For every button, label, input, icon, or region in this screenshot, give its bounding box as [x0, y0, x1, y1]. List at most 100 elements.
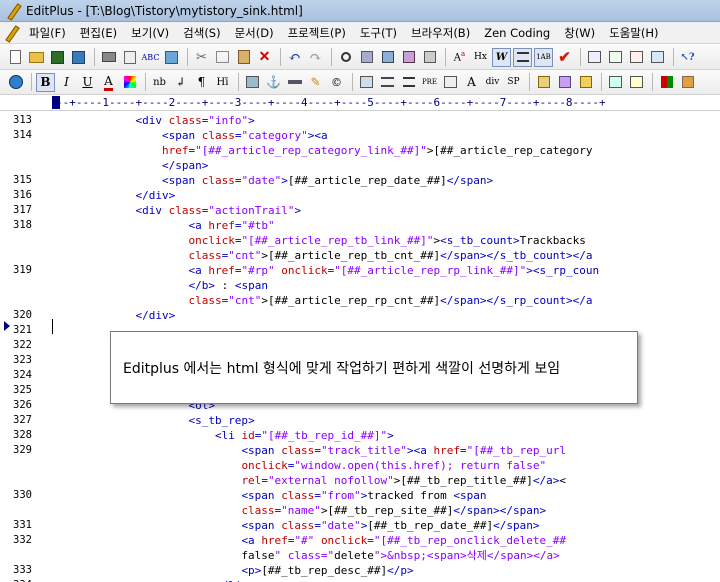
- code-line[interactable]: href="[##_article_rep_category_link_##]"…: [0, 143, 720, 158]
- code-line[interactable]: 320 </div>: [0, 308, 720, 323]
- heading-icon[interactable]: Hī: [213, 73, 232, 92]
- code-line[interactable]: 319 <a href="#rp" onclick="[##_article_r…: [0, 263, 720, 278]
- code-line[interactable]: onclick="window.open(this.href); return …: [0, 458, 720, 473]
- open-folder-icon[interactable]: [27, 48, 46, 67]
- frame-icon[interactable]: [606, 73, 625, 92]
- browser-preview-icon[interactable]: [6, 73, 25, 92]
- code-line[interactable]: 317 <div class="actionTrail">: [0, 203, 720, 218]
- fullscreen-icon[interactable]: [648, 48, 667, 67]
- check-icon[interactable]: ✔: [555, 48, 574, 67]
- toolbar-separator: [580, 48, 581, 66]
- menu-tools[interactable]: 도구(T): [353, 25, 404, 41]
- font-color-icon[interactable]: A: [99, 73, 118, 92]
- code-line[interactable]: 327 <s_tb_rep>: [0, 413, 720, 428]
- paste-icon[interactable]: [234, 48, 253, 67]
- code-line[interactable]: onclick="[##_article_rep_tb_link_##]"><s…: [0, 233, 720, 248]
- undo-icon[interactable]: ↶: [285, 48, 304, 67]
- menu-view[interactable]: 보기(V): [124, 25, 176, 41]
- anchor-icon[interactable]: ⚓: [264, 73, 283, 92]
- code-line[interactable]: 329 <span class="track_title"><a href="[…: [0, 443, 720, 458]
- object-icon[interactable]: [627, 73, 646, 92]
- cut-icon[interactable]: ✂: [192, 48, 211, 67]
- line-number-icon[interactable]: [513, 47, 532, 67]
- comment-icon[interactable]: ✎: [306, 73, 325, 92]
- replace-icon[interactable]: [357, 48, 376, 67]
- menu-document[interactable]: 문서(D): [228, 25, 281, 41]
- save-all-icon[interactable]: [69, 48, 88, 67]
- directory-icon[interactable]: [606, 48, 625, 67]
- font-size-icon[interactable]: Aa: [450, 48, 469, 67]
- annotation-callout: Editplus 에서는 html 형식에 맞게 작업하기 편하게 색깔이 선명…: [110, 331, 638, 404]
- line-number: 328: [13, 429, 32, 441]
- span-tag-icon[interactable]: SP: [504, 73, 523, 92]
- menu-file[interactable]: 파일(F): [22, 25, 73, 41]
- code-line[interactable]: 316 </div>: [0, 188, 720, 203]
- list-icon[interactable]: [378, 73, 397, 92]
- style-icon[interactable]: [555, 73, 574, 92]
- word-wrap-icon[interactable]: W: [492, 47, 511, 67]
- menu-window[interactable]: 창(W): [557, 25, 602, 41]
- code-line[interactable]: </b> : <span: [0, 278, 720, 293]
- menu-search[interactable]: 검색(S): [176, 25, 227, 41]
- column-select-icon[interactable]: 1AB: [534, 47, 553, 67]
- center-icon[interactable]: [399, 73, 418, 92]
- form-icon[interactable]: [441, 73, 460, 92]
- goto-icon[interactable]: [399, 48, 418, 67]
- menu-edit[interactable]: 편집(E): [73, 25, 124, 41]
- code-line[interactable]: class="name">[##_tb_rep_site_##]</span><…: [0, 503, 720, 518]
- cliptext-icon[interactable]: [585, 48, 604, 67]
- code-line[interactable]: 331 <span class="date">[##_tb_rep_date_#…: [0, 518, 720, 533]
- code-line[interactable]: 332 <a href="#" onclick="[##_tb_rep_oncl…: [0, 533, 720, 548]
- nobreak-icon[interactable]: nb: [150, 73, 169, 92]
- bookmark-icon[interactable]: [420, 48, 439, 67]
- code-line[interactable]: class="cnt">[##_article_rep_rp_cnt_##]</…: [0, 293, 720, 308]
- edit-tag-icon[interactable]: [534, 73, 553, 92]
- code-line[interactable]: 314 <span class="category"><a: [0, 128, 720, 143]
- redo-icon[interactable]: ↷: [306, 48, 325, 67]
- spell-check-icon[interactable]: ABC: [141, 48, 160, 67]
- print-icon[interactable]: [99, 48, 118, 67]
- menu-zen-coding[interactable]: Zen Coding: [477, 26, 557, 40]
- delete-icon[interactable]: ✕: [255, 48, 274, 67]
- new-file-icon[interactable]: [6, 48, 25, 67]
- linebreak-icon[interactable]: ↲: [171, 73, 190, 92]
- bold-icon[interactable]: B: [36, 72, 55, 92]
- code-line[interactable]: 330 <span class="from">tracked from <spa…: [0, 488, 720, 503]
- code-line[interactable]: 315 <span class="date">[##_article_rep_d…: [0, 173, 720, 188]
- code-line[interactable]: 313 <div class="info">: [0, 113, 720, 128]
- paragraph-icon[interactable]: ¶: [192, 73, 211, 92]
- table-icon[interactable]: [357, 73, 376, 92]
- save-icon[interactable]: [48, 48, 67, 67]
- underline-icon[interactable]: U: [78, 73, 97, 92]
- special-char-icon[interactable]: ©: [327, 73, 346, 92]
- code-line[interactable]: </span>: [0, 158, 720, 173]
- code-line[interactable]: 333 <p>[##_tb_rep_desc_##]</p>: [0, 563, 720, 578]
- html-toolbar-icon[interactable]: Hx: [471, 48, 490, 67]
- help-pointer-icon[interactable]: ↖?: [678, 48, 697, 67]
- horizontal-rule-icon[interactable]: [285, 73, 304, 92]
- menu-browser[interactable]: 브라우저(B): [404, 25, 477, 41]
- preformat-icon[interactable]: PRE: [420, 73, 439, 92]
- code-line[interactable]: false" class="delete">&nbsp;<span>삭제</sp…: [0, 548, 720, 563]
- code-line[interactable]: 318 <a href="#tb": [0, 218, 720, 233]
- ftp-upload-icon[interactable]: [162, 48, 181, 67]
- code-line[interactable]: 334 </li>: [0, 578, 720, 582]
- copy-icon[interactable]: [213, 48, 232, 67]
- image-icon[interactable]: [243, 73, 262, 92]
- find-icon[interactable]: [336, 48, 355, 67]
- print-preview-icon[interactable]: [120, 48, 139, 67]
- validate-icon[interactable]: [678, 73, 697, 92]
- menu-project[interactable]: 프로젝트(P): [281, 25, 353, 41]
- italic-icon[interactable]: I: [57, 73, 76, 92]
- output-window-icon[interactable]: [627, 48, 646, 67]
- code-line[interactable]: rel="external nofollow">[##_tb_rep_title…: [0, 473, 720, 488]
- color-table-icon[interactable]: [657, 73, 676, 92]
- find-in-files-icon[interactable]: [378, 48, 397, 67]
- div-tag-icon[interactable]: div: [483, 73, 502, 92]
- code-line[interactable]: 328 <li id="[##_tb_rep_id_##]">: [0, 428, 720, 443]
- menu-help[interactable]: 도움말(H): [602, 25, 665, 41]
- color-picker-icon[interactable]: [120, 73, 139, 92]
- script-icon[interactable]: [576, 73, 595, 92]
- font-tag-icon[interactable]: A: [462, 73, 481, 92]
- code-line[interactable]: class="cnt">[##_article_rep_tb_cnt_##]</…: [0, 248, 720, 263]
